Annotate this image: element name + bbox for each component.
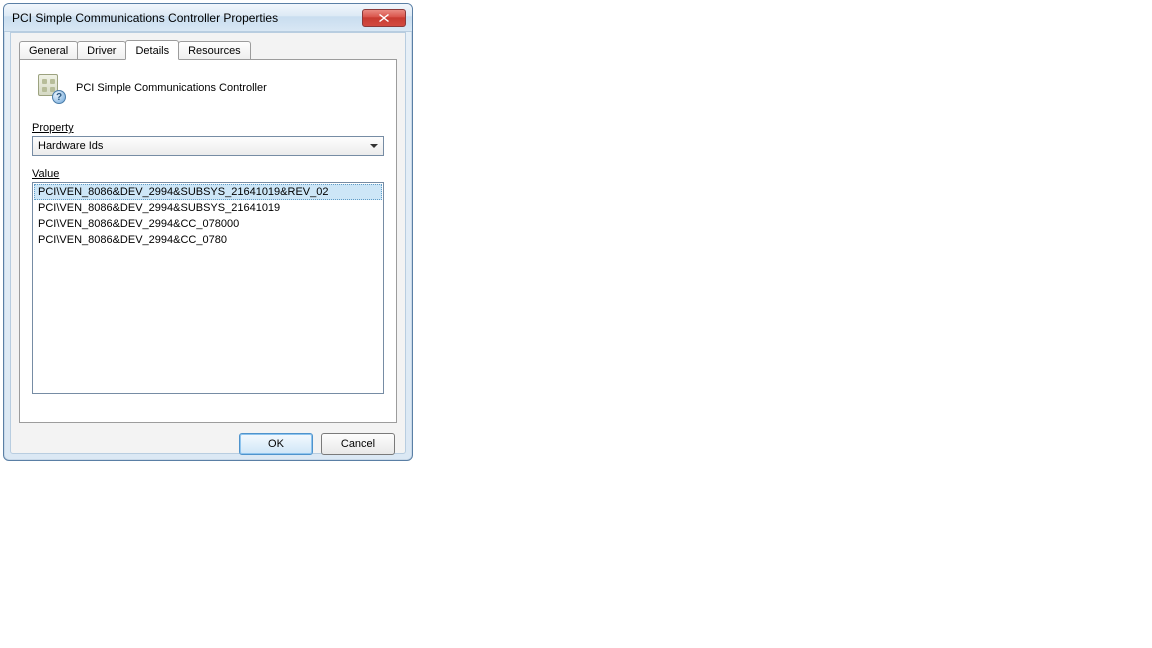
close-button[interactable] [362, 9, 406, 27]
tab-resources[interactable]: Resources [178, 41, 251, 59]
tab-general[interactable]: General [19, 41, 78, 59]
tab-driver[interactable]: Driver [77, 41, 126, 59]
cancel-button[interactable]: Cancel [321, 433, 395, 455]
device-header: ? PCI Simple Communications Controller [32, 72, 384, 104]
tab-details[interactable]: Details [125, 40, 179, 60]
window-title: PCI Simple Communications Controller Pro… [12, 11, 362, 25]
device-name: PCI Simple Communications Controller [76, 82, 267, 94]
client-area: General Driver Details Resources ? PCI S… [10, 32, 406, 454]
property-label: Property [32, 122, 384, 134]
list-item[interactable]: PCI\VEN_8086&DEV_2994&SUBSYS_21641019&RE… [34, 184, 382, 200]
property-selected: Hardware Ids [38, 140, 366, 152]
button-row: OK Cancel [19, 423, 397, 455]
device-icon: ? [34, 72, 66, 104]
value-label: Value [32, 168, 384, 180]
list-item[interactable]: PCI\VEN_8086&DEV_2994&SUBSYS_21641019 [34, 200, 382, 216]
ok-button[interactable]: OK [239, 433, 313, 455]
list-item[interactable]: PCI\VEN_8086&DEV_2994&CC_0780 [34, 232, 382, 248]
list-item[interactable]: PCI\VEN_8086&DEV_2994&CC_078000 [34, 216, 382, 232]
close-icon [379, 14, 389, 22]
properties-dialog: PCI Simple Communications Controller Pro… [3, 3, 413, 461]
dropdown-arrow-icon [366, 138, 381, 154]
property-dropdown[interactable]: Hardware Ids [32, 136, 384, 156]
details-panel: ? PCI Simple Communications Controller P… [19, 59, 397, 423]
titlebar[interactable]: PCI Simple Communications Controller Pro… [4, 4, 412, 32]
value-listbox[interactable]: PCI\VEN_8086&DEV_2994&SUBSYS_21641019&RE… [32, 182, 384, 394]
tabstrip: General Driver Details Resources [19, 39, 397, 59]
